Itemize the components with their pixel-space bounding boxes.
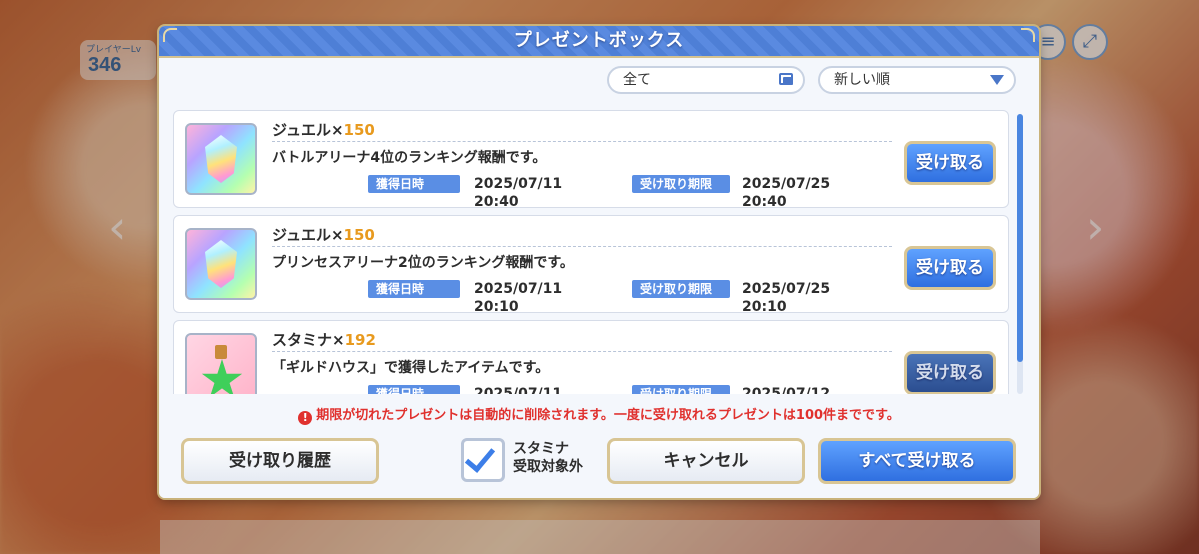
present-item: スタミナ×192 「ギルドハウス」で獲得したアイテムです。 獲得日時 2025/… — [173, 320, 1009, 394]
present-box-modal: プレゼントボックス 全て 新しい順 ジュエル×150 バトルアリーナ4位のランキ… — [159, 26, 1039, 498]
present-item: ジュエル×150 バトルアリーナ4位のランキング報酬です。 獲得日時 2025/… — [173, 110, 1009, 210]
divider — [272, 246, 892, 247]
acquired-datetime: 2025/07/11 20:10 — [474, 281, 563, 315]
acquired-datetime: 2025/07/11 09:13 — [474, 386, 563, 394]
modal-title: プレゼントボックス — [513, 30, 685, 51]
item-description: バトルアリーナ4位のランキング報酬です。 — [272, 150, 547, 166]
cards-icon — [779, 73, 793, 85]
warning-icon: ! — [298, 411, 313, 425]
deadline-datetime: 2025/07/25 20:10 — [742, 281, 831, 315]
item-name: スタミナ×192 — [272, 331, 376, 349]
item-description: プリンセスアリーナ2位のランキング報酬です。 — [272, 255, 574, 271]
dropdown-arrow-icon — [990, 75, 1004, 85]
present-list[interactable]: ジュエル×150 バトルアリーナ4位のランキング報酬です。 獲得日時 2025/… — [173, 110, 1025, 394]
jewel-icon — [185, 123, 257, 195]
item-quantity: 192 — [344, 331, 376, 349]
modal-footer: ! 期限が切れたプレゼントは自動的に削除されます。一度に受け取れるプレゼントは10… — [159, 394, 1039, 498]
exclude-stamina-label[interactable]: スタミナ 受取対象外 — [513, 440, 583, 476]
item-description: 「ギルドハウス」で獲得したアイテムです。 — [272, 360, 550, 376]
divider — [272, 351, 892, 352]
item-name: ジュエル×150 — [272, 121, 375, 139]
list-scrollbar[interactable] — [1017, 114, 1023, 394]
scrollbar-thumb[interactable] — [1017, 114, 1023, 362]
deadline-datetime: 2025/07/12 09:13 — [742, 386, 831, 394]
receive-button[interactable]: 受け取る — [904, 246, 996, 290]
receive-button[interactable]: 受け取る — [904, 141, 996, 185]
header-ornament-left — [163, 28, 177, 42]
item-quantity: 150 — [343, 226, 375, 244]
item-quantity: 150 — [343, 121, 375, 139]
category-filter-value: 全て — [623, 72, 651, 88]
cancel-button[interactable]: キャンセル — [607, 438, 805, 484]
acquired-label: 獲得日時 — [368, 280, 460, 298]
deadline-datetime: 2025/07/25 20:40 — [742, 176, 831, 210]
receive-button[interactable]: 受け取る — [904, 351, 996, 394]
receive-history-button[interactable]: 受け取り履歴 — [181, 438, 379, 484]
divider — [272, 141, 892, 142]
receive-all-button[interactable]: すべて受け取る — [818, 438, 1016, 484]
deadline-label: 受け取り期限 — [632, 175, 730, 193]
present-item: ジュエル×150 プリンセスアリーナ2位のランキング報酬です。 獲得日時 202… — [173, 215, 1009, 315]
exclude-stamina-checkbox[interactable] — [461, 438, 505, 482]
deadline-label: 受け取り期限 — [632, 385, 730, 394]
header-ornament-right — [1021, 28, 1035, 42]
jewel-icon — [185, 228, 257, 300]
expiry-notice: ! 期限が切れたプレゼントは自動的に削除されます。一度に受け取れるプレゼントは10… — [159, 404, 1039, 425]
acquired-datetime: 2025/07/11 20:40 — [474, 176, 563, 210]
sort-order-dropdown[interactable]: 新しい順 — [818, 66, 1016, 94]
sort-order-value: 新しい順 — [834, 72, 890, 88]
modal-header: プレゼントボックス — [159, 26, 1039, 58]
acquired-label: 獲得日時 — [368, 385, 460, 394]
checkmark-icon — [464, 441, 496, 473]
acquired-label: 獲得日時 — [368, 175, 460, 193]
stamina-potion-icon — [185, 333, 257, 394]
deadline-label: 受け取り期限 — [632, 280, 730, 298]
category-filter-dropdown[interactable]: 全て — [607, 66, 805, 94]
item-name: ジュエル×150 — [272, 226, 375, 244]
